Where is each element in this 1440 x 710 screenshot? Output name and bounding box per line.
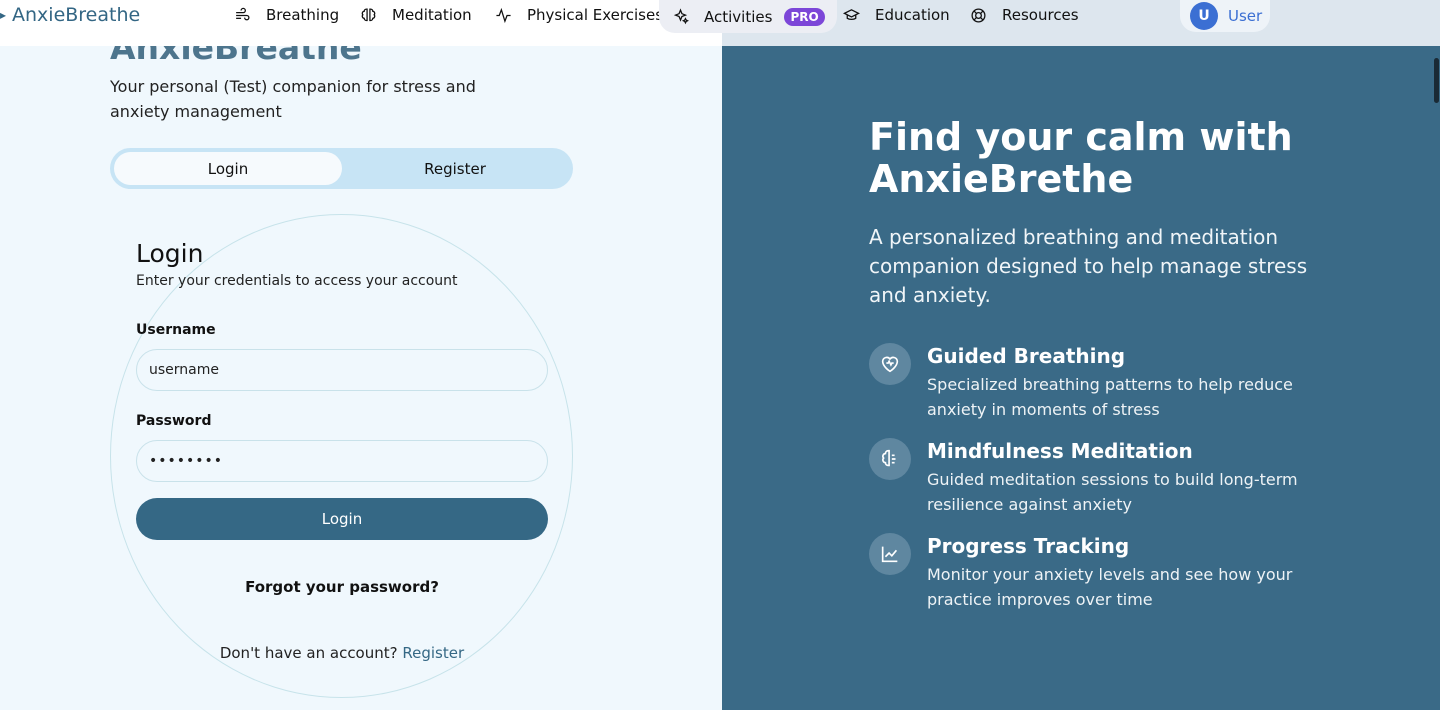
lifebuoy-icon bbox=[969, 6, 987, 24]
nav-item-physical-exercises[interactable]: Physical Exercises bbox=[494, 0, 663, 30]
nav-label: Education bbox=[875, 6, 950, 24]
register-prompt: Don't have an account? Register bbox=[136, 644, 548, 662]
feature-title: Guided Breathing bbox=[927, 344, 1126, 368]
feature-description: Monitor your anxiety levels and see how … bbox=[927, 565, 1293, 609]
register-link[interactable]: Register bbox=[402, 644, 464, 662]
app-heading: AnxieBreathe bbox=[110, 46, 362, 67]
hero-panel: Find your calm with AnxieBrethe A person… bbox=[722, 46, 1440, 710]
brand-name: AnxieBreathe bbox=[12, 4, 141, 26]
auth-panel: AnxieBreathe Your personal (Test) compan… bbox=[0, 46, 722, 710]
sparkles-icon bbox=[671, 8, 689, 26]
username-input[interactable] bbox=[136, 349, 548, 391]
tab-register[interactable]: Register bbox=[341, 152, 569, 185]
username-label: Username bbox=[136, 322, 216, 338]
nav-item-breathing[interactable]: Breathing bbox=[233, 0, 339, 30]
nav-label: Activities bbox=[704, 7, 773, 26]
nav-label: Breathing bbox=[266, 6, 340, 24]
pro-badge: PRO bbox=[784, 7, 825, 26]
forgot-password-link[interactable]: Forgot your password? bbox=[136, 578, 548, 596]
feature-title: Progress Tracking bbox=[927, 534, 1130, 558]
nav-item-activities[interactable]: Activities PRO bbox=[659, 0, 837, 33]
activity-icon bbox=[494, 6, 512, 24]
avatar: U bbox=[1190, 2, 1218, 30]
top-navbar: ▸ AnxieBreathe Breathing Meditation Phys… bbox=[0, 0, 1440, 46]
hero-title: Find your calm with AnxieBrethe bbox=[869, 115, 1293, 201]
auth-tabs: Login Register bbox=[110, 148, 573, 189]
hero-subtitle: A personalized breathing and meditation … bbox=[869, 225, 1308, 307]
feature-description: Guided meditation sessions to build long… bbox=[927, 470, 1298, 514]
logo-icon: ▸ bbox=[0, 8, 7, 22]
graduation-cap-icon bbox=[842, 6, 860, 24]
feature-title: Mindfulness Meditation bbox=[927, 439, 1193, 463]
login-title: Login bbox=[136, 239, 204, 268]
login-subtitle: Enter your credentials to access your ac… bbox=[136, 273, 458, 289]
password-input[interactable] bbox=[136, 440, 548, 482]
scrollbar[interactable] bbox=[1432, 46, 1440, 710]
heart-icon bbox=[869, 343, 911, 385]
wind-icon bbox=[233, 6, 251, 24]
user-label: User bbox=[1228, 7, 1263, 25]
nav-item-education[interactable]: Education bbox=[842, 0, 950, 30]
user-menu[interactable]: U User bbox=[1180, 0, 1270, 32]
nav-label: Resources bbox=[1002, 6, 1079, 24]
line-chart-icon bbox=[869, 533, 911, 575]
no-account-text: Don't have an account? bbox=[219, 644, 398, 662]
brain-icon bbox=[869, 438, 911, 480]
password-label: Password bbox=[136, 413, 212, 429]
brand-logo[interactable]: ▸ AnxieBreathe bbox=[0, 2, 140, 28]
nav-label: Meditation bbox=[392, 6, 472, 24]
brain-icon bbox=[359, 6, 377, 24]
nav-label: Physical Exercises bbox=[527, 6, 664, 24]
feature-description: Specialized breathing patterns to help r… bbox=[927, 375, 1293, 419]
login-button[interactable]: Login bbox=[136, 498, 548, 540]
tab-login[interactable]: Login bbox=[114, 152, 342, 185]
scrollbar-thumb[interactable] bbox=[1434, 58, 1439, 103]
tagline: Your personal (Test) companion for stres… bbox=[110, 77, 476, 121]
nav-item-resources[interactable]: Resources bbox=[969, 0, 1079, 30]
nav-item-meditation[interactable]: Meditation bbox=[359, 0, 472, 30]
